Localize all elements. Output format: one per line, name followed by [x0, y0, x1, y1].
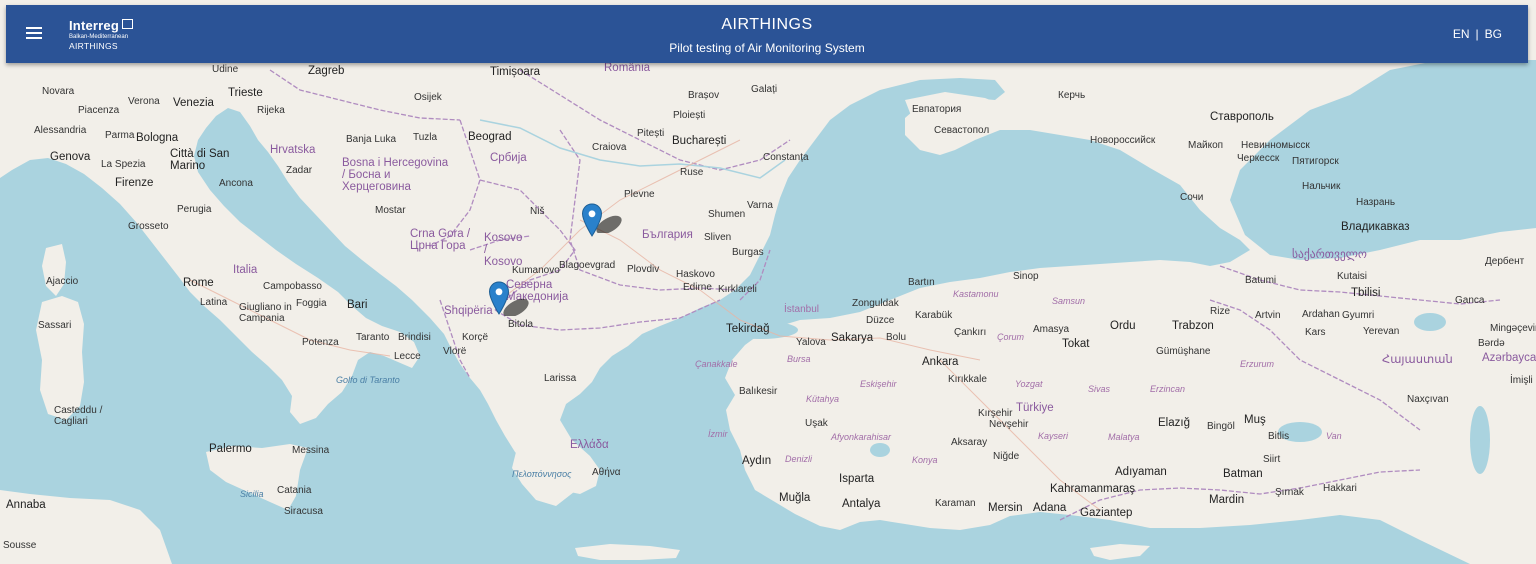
- page-subtitle: Pilot testing of Air Monitoring System: [669, 41, 865, 55]
- lake-tuz: [870, 443, 890, 457]
- lake-urmia: [1470, 406, 1490, 474]
- language-en-link[interactable]: EN: [1453, 27, 1470, 41]
- title-block: AIRTHINGS Pilot testing of Air Monitorin…: [6, 16, 1528, 55]
- app-header: Interreg Balkan-Mediterranean AIRTHINGS …: [6, 5, 1528, 63]
- lake-van: [1278, 422, 1322, 442]
- page-title: AIRTHINGS: [721, 16, 813, 33]
- map-tiles: [0, 0, 1536, 564]
- map-canvas[interactable]: Hrvatska Bosna i Hercegovina / Босна и Х…: [0, 0, 1536, 564]
- language-bg-link[interactable]: BG: [1485, 27, 1502, 41]
- map-pin-icon[interactable]: [488, 281, 510, 315]
- lake-sevan: [1414, 313, 1446, 331]
- language-switcher: EN | BG: [1453, 27, 1502, 41]
- map-pin-icon[interactable]: [581, 203, 603, 237]
- language-separator: |: [1475, 27, 1479, 41]
